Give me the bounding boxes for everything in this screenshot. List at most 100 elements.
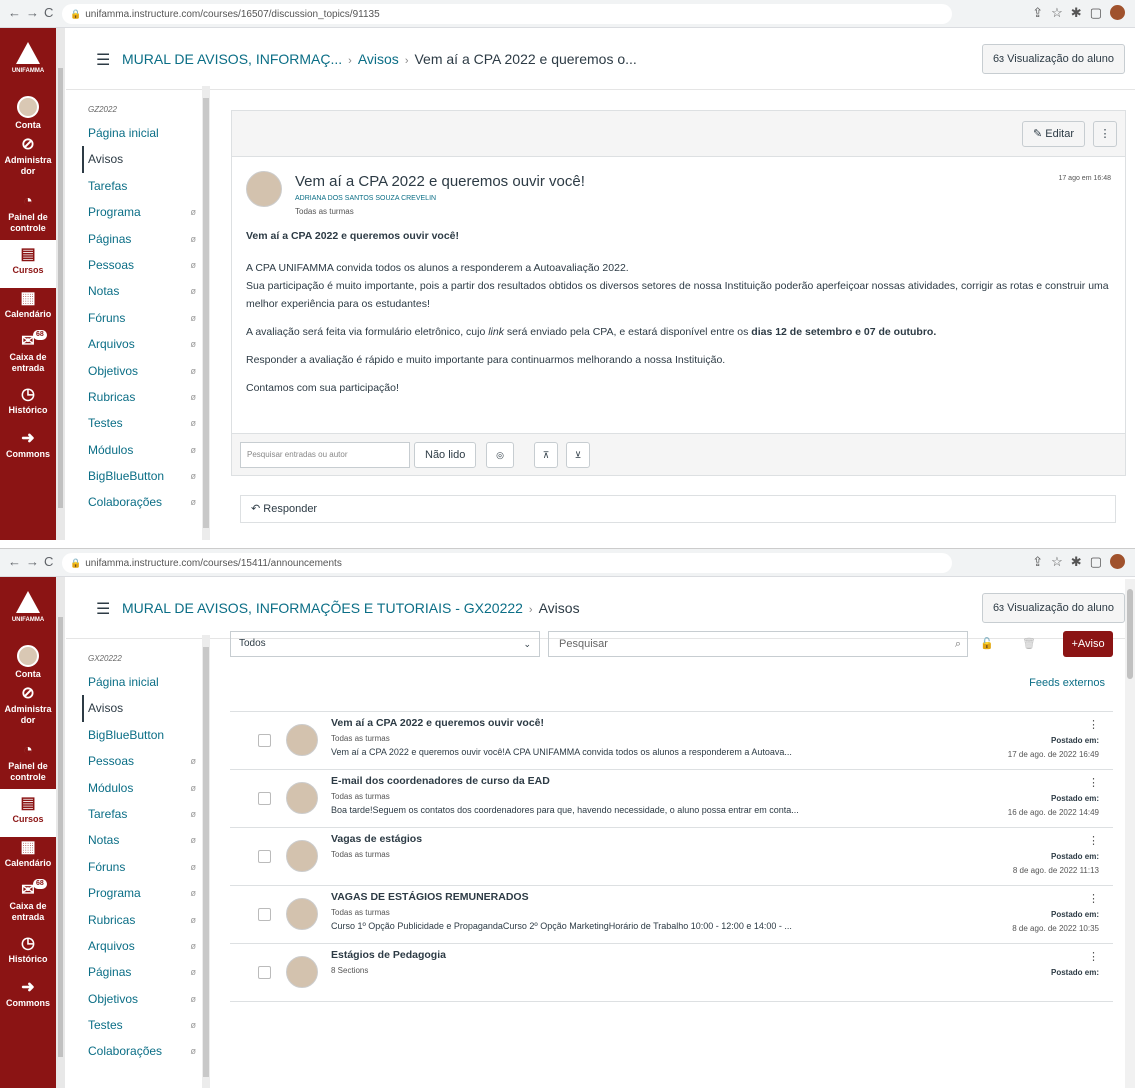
share-icon[interactable]: ⇪ xyxy=(1032,554,1051,569)
course-nav-item[interactable]: Arquivos ø xyxy=(88,331,200,357)
course-nav-item[interactable]: Pessoas ø xyxy=(88,748,200,774)
select-checkbox[interactable] xyxy=(258,908,271,921)
brand-logo[interactable]: UNIFAMMA xyxy=(8,591,48,633)
reply-button[interactable]: ↶ Responder xyxy=(240,495,1116,523)
section-filter-select[interactable]: Todos ⌄ xyxy=(230,631,540,657)
course-nav-item[interactable]: Objetivos ø xyxy=(88,986,200,1012)
course-nav-item[interactable]: Colaborações ø xyxy=(88,1038,200,1064)
address-bar[interactable]: 🔒 unifamma.instructure.com/courses/16507/… xyxy=(62,4,952,24)
page-scrollbar[interactable] xyxy=(1125,579,1135,1088)
course-nav-item[interactable]: Tarefas xyxy=(88,173,200,199)
hamburger-icon[interactable]: ☰ xyxy=(96,599,110,619)
kebab-icon[interactable]: ⋮ xyxy=(1088,892,1099,905)
profile-avatar[interactable] xyxy=(1110,554,1125,569)
reload-icon[interactable]: C xyxy=(44,554,53,569)
brand-logo[interactable]: UNIFAMMA xyxy=(8,42,48,84)
course-nav-item[interactable]: Fóruns ø xyxy=(88,854,200,880)
course-nav-item[interactable]: Módulos ø xyxy=(88,775,200,801)
course-nav-item[interactable]: Colaborações ø xyxy=(88,489,200,515)
course-nav-item[interactable]: Página inicial xyxy=(88,669,200,695)
student-view-button[interactable]: 6ɜ Visualização do aluno xyxy=(981,44,1125,74)
back-icon[interactable]: ← xyxy=(8,554,21,569)
breadcrumb-avisos[interactable]: Avisos xyxy=(358,51,399,67)
collapse-icon[interactable]: ⊼ xyxy=(534,442,558,468)
course-nav-item[interactable]: Testes ø xyxy=(88,410,200,436)
lock-icon[interactable]: 🔓 xyxy=(975,631,999,657)
search-entries-input[interactable]: Pesquisar entradas ou autor xyxy=(240,442,410,468)
global-nav-inbox[interactable]: 68 ✉ Caixa de entrada xyxy=(0,330,56,374)
course-nav-item[interactable]: Notas ø xyxy=(88,827,200,853)
student-view-button[interactable]: 6ɜ Visualização do aluno xyxy=(981,593,1125,623)
extensions-icon[interactable]: ✱ xyxy=(1071,554,1090,569)
course-nav-scrollbar[interactable] xyxy=(202,635,210,1088)
global-nav-account[interactable]: Conta xyxy=(0,645,56,680)
kebab-icon[interactable]: ⋮ xyxy=(1088,776,1099,789)
external-feeds-link[interactable]: Feeds externos xyxy=(1029,677,1105,689)
author-avatar[interactable] xyxy=(246,171,282,207)
global-nav-history[interactable]: ◷ Histórico xyxy=(0,935,56,965)
announcement-row[interactable]: Vem aí a CPA 2022 e queremos ouvir você!… xyxy=(230,712,1113,770)
course-nav-item[interactable]: Rubricas ø xyxy=(88,384,200,410)
course-nav-item[interactable]: BigBlueButton ø xyxy=(88,463,200,489)
course-nav-item[interactable]: Avisos xyxy=(82,695,200,722)
course-nav-item[interactable]: Tarefas ø xyxy=(88,801,200,827)
announcement-title[interactable]: Vagas de estágios xyxy=(331,833,422,845)
search-input[interactable]: Pesquisar ⌕ xyxy=(548,631,968,657)
course-nav-item[interactable]: Pessoas ø xyxy=(88,252,200,278)
more-options-button[interactable]: ⋮ xyxy=(1093,121,1117,147)
hamburger-icon[interactable]: ☰ xyxy=(96,50,110,70)
course-nav-item[interactable]: Objetivos ø xyxy=(88,358,200,384)
course-nav-scrollbar[interactable] xyxy=(202,86,210,540)
share-icon[interactable]: ⇪ xyxy=(1032,5,1051,20)
breadcrumb-course[interactable]: MURAL DE AVISOS, INFORMAÇ... xyxy=(122,51,342,67)
course-nav-item[interactable]: Testes ø xyxy=(88,1012,200,1038)
breadcrumb-course[interactable]: MURAL DE AVISOS, INFORMAÇÕES E TUTORIAIS… xyxy=(122,600,523,616)
edit-button[interactable]: ✎ Editar xyxy=(1021,121,1085,147)
announcement-title[interactable]: VAGAS DE ESTÁGIOS REMUNERADOS xyxy=(331,891,529,903)
course-nav-item[interactable]: Páginas ø xyxy=(88,226,200,252)
select-checkbox[interactable] xyxy=(258,850,271,863)
back-icon[interactable]: ← xyxy=(8,5,21,20)
course-nav-item[interactable]: Módulos ø xyxy=(88,437,200,463)
forward-icon[interactable]: → xyxy=(26,5,39,20)
course-nav-item[interactable]: Páginas ø xyxy=(88,959,200,985)
global-nav-courses[interactable]: ▤ Cursos xyxy=(0,789,56,837)
course-nav-item[interactable]: Programa ø xyxy=(88,880,200,906)
course-nav-item[interactable]: Fóruns ø xyxy=(88,305,200,331)
course-nav-item[interactable]: Rubricas ø xyxy=(88,907,200,933)
trash-icon[interactable]: 🗑 xyxy=(1017,631,1041,657)
select-checkbox[interactable] xyxy=(258,966,271,979)
kebab-icon[interactable]: ⋮ xyxy=(1088,950,1099,963)
course-nav-item[interactable]: Notas ø xyxy=(88,278,200,304)
unread-filter-button[interactable]: Não lido xyxy=(414,442,477,468)
extensions-icon[interactable]: ✱ xyxy=(1071,5,1090,20)
kebab-icon[interactable]: ⋮ xyxy=(1088,834,1099,847)
star-icon[interactable]: ☆ xyxy=(1051,5,1071,20)
global-nav-scrollbar[interactable] xyxy=(56,577,65,1088)
forward-icon[interactable]: → xyxy=(26,554,39,569)
global-nav-account[interactable]: Conta xyxy=(0,96,56,131)
profile-avatar[interactable] xyxy=(1110,5,1125,20)
announcement-title[interactable]: E-mail dos coordenadores de curso da EAD xyxy=(331,775,550,787)
kebab-icon[interactable]: ⋮ xyxy=(1088,718,1099,731)
window-icon[interactable]: ▢ xyxy=(1090,5,1110,20)
global-nav-history[interactable]: ◷ Histórico xyxy=(0,386,56,416)
global-nav-commons[interactable]: ➜ Commons xyxy=(0,430,56,460)
course-nav-item[interactable]: Arquivos ø xyxy=(88,933,200,959)
global-nav-admin[interactable]: ⊘ Administra dor xyxy=(0,685,56,726)
star-icon[interactable]: ☆ xyxy=(1051,554,1071,569)
announcement-row[interactable]: VAGAS DE ESTÁGIOS REMUNERADOS Todas as tu… xyxy=(230,886,1113,944)
course-nav-item[interactable]: BigBlueButton xyxy=(88,722,200,748)
global-nav-admin[interactable]: ⊘ Administra dor xyxy=(0,136,56,177)
course-nav-item[interactable]: Programa ø xyxy=(88,199,200,225)
window-icon[interactable]: ▢ xyxy=(1090,554,1110,569)
announcement-title[interactable]: Estágios de Pedagogia xyxy=(331,949,446,961)
select-checkbox[interactable] xyxy=(258,734,271,747)
announcement-row[interactable]: Vagas de estágios Todas as turmas ⋮ Postado… xyxy=(230,828,1113,886)
global-nav-commons[interactable]: ➜ Commons xyxy=(0,979,56,1009)
post-author[interactable]: ADRIANA DOS SANTOS SOUZA CREVELIN xyxy=(295,195,436,202)
global-nav-scrollbar[interactable] xyxy=(56,28,65,540)
expand-icon[interactable]: ⊻ xyxy=(566,442,590,468)
global-nav-calendar[interactable]: ▦ Calendário xyxy=(0,839,56,869)
course-nav-item[interactable]: Avisos xyxy=(82,146,200,173)
